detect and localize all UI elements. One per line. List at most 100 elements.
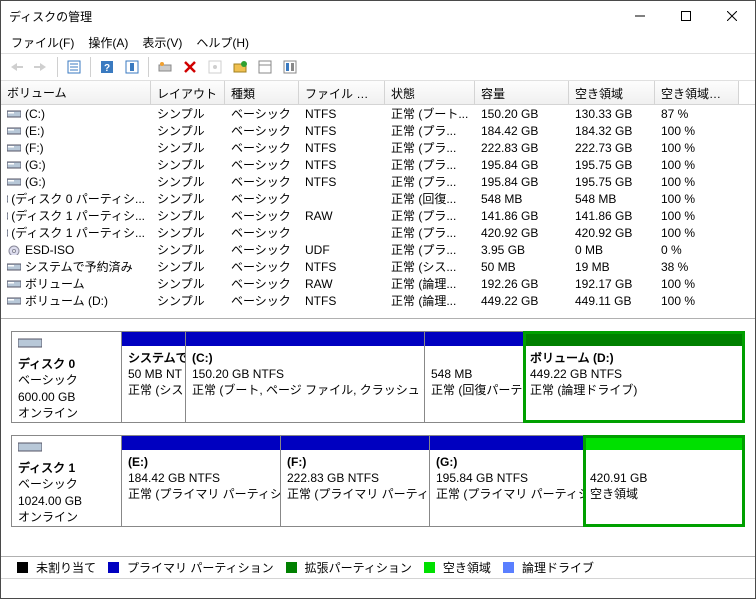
list-row[interactable]: (C:)シンプルベーシックNTFS正常 (ブート...150.20 GB130.…	[1, 105, 755, 122]
cell-status: 正常 (プラ...	[385, 122, 475, 139]
partition[interactable]: (F:)222.83 GB NTFS正常 (プライマリ パーティション)	[280, 435, 430, 527]
status-bar	[1, 578, 755, 598]
maximize-button[interactable]	[663, 1, 709, 31]
partition[interactable]: (G:)195.84 GB NTFS正常 (プライマリ パーティション)	[429, 435, 584, 527]
list-row[interactable]: (ディスク 1 パーティシ...シンプルベーシックRAW正常 (プラ...141…	[1, 207, 755, 224]
cell-pct: 87 %	[655, 107, 739, 121]
cell-type: ベーシック	[225, 122, 299, 139]
cell-layout: シンプル	[151, 156, 225, 173]
header-free[interactable]: 空き領域	[569, 81, 655, 104]
toolbar-separator	[90, 57, 91, 77]
new-folder-button[interactable]	[229, 56, 251, 78]
cell-free: 195.75 GB	[569, 175, 655, 189]
cell-status: 正常 (プラ...	[385, 139, 475, 156]
minimize-button[interactable]	[617, 1, 663, 31]
back-button[interactable]	[5, 56, 27, 78]
disk-map-area[interactable]: ディスク 0ベーシック600.00 GBオンラインシステムで:50 MB NT正…	[1, 319, 755, 556]
cell-pct: 0 %	[655, 243, 739, 257]
header-volume[interactable]: ボリューム	[1, 81, 151, 104]
cell-status: 正常 (プラ...	[385, 173, 475, 190]
partition[interactable]: (E:)184.42 GB NTFS正常 (プライマリ パーティション)	[121, 435, 281, 527]
cell-layout: シンプル	[151, 207, 225, 224]
cell-pct: 100 %	[655, 175, 739, 189]
cell-pct: 100 %	[655, 294, 739, 308]
cell-capacity: 192.26 GB	[475, 277, 569, 291]
cell-type: ベーシック	[225, 224, 299, 241]
partition[interactable]: 420.91 GB空き領域	[583, 435, 745, 527]
cell-pct: 100 %	[655, 124, 739, 138]
list-row[interactable]: (E:)シンプルベーシックNTFS正常 (プラ...184.42 GB184.3…	[1, 122, 755, 139]
menu-action[interactable]: 操作(A)	[82, 32, 134, 53]
cell-layout: シンプル	[151, 105, 225, 122]
header-layout[interactable]: レイアウト	[151, 81, 225, 104]
list-header: ボリューム レイアウト 種類 ファイル システム 状態 容量 空き領域 空き領域…	[1, 81, 755, 105]
partition[interactable]: (C:)150.20 GB NTFS正常 (ブート, ページ ファイル, クラッ…	[185, 331, 425, 423]
cell-fs: RAW	[299, 209, 385, 223]
disk-list-button[interactable]	[254, 56, 276, 78]
properties-button[interactable]	[204, 56, 226, 78]
cell-type: ベーシック	[225, 156, 299, 173]
cell-fs: NTFS	[299, 158, 385, 172]
cell-type: ベーシック	[225, 258, 299, 275]
list-row[interactable]: ボリュームシンプルベーシックRAW正常 (論理...192.26 GB192.1…	[1, 275, 755, 292]
list-row[interactable]: システムで予約済みシンプルベーシックNTFS正常 (シス...50 MB19 M…	[1, 258, 755, 275]
volume-list[interactable]: ボリューム レイアウト 種類 ファイル システム 状態 容量 空き領域 空き領域…	[1, 81, 755, 319]
list-row[interactable]: (ディスク 1 パーティシ...シンプルベーシック正常 (プラ...420.92…	[1, 224, 755, 241]
forward-button[interactable]	[30, 56, 52, 78]
swatch-primary	[108, 562, 119, 573]
cell-status: 正常 (論理...	[385, 275, 475, 292]
partition[interactable]: 548 MB正常 (回復パーティ:	[424, 331, 524, 423]
cell-type: ベーシック	[225, 207, 299, 224]
cell-type: ベーシック	[225, 292, 299, 309]
help-button[interactable]: ?	[96, 56, 118, 78]
menu-file[interactable]: ファイル(F)	[5, 32, 80, 53]
list-row[interactable]: (F:)シンプルベーシックNTFS正常 (プラ...222.83 GB222.7…	[1, 139, 755, 156]
header-fs[interactable]: ファイル システム	[299, 81, 385, 104]
cell-name: (E:)	[1, 124, 151, 138]
swatch-logical	[503, 562, 514, 573]
cell-type: ベーシック	[225, 275, 299, 292]
close-button[interactable]	[709, 1, 755, 31]
partition[interactable]: ボリューム (D:)449.22 GB NTFS正常 (論理ドライブ)	[523, 331, 745, 423]
cell-free: 222.73 GB	[569, 141, 655, 155]
header-type[interactable]: 種類	[225, 81, 299, 104]
list-row[interactable]: ESD-ISOシンプルベーシックUDF正常 (プラ...3.95 GB0 MB0…	[1, 241, 755, 258]
cell-pct: 100 %	[655, 277, 739, 291]
list-row[interactable]: (G:)シンプルベーシックNTFS正常 (プラ...195.84 GB195.7…	[1, 156, 755, 173]
disk-label[interactable]: ディスク 1ベーシック1024.00 GBオンライン	[11, 435, 122, 527]
cell-status: 正常 (回復...	[385, 190, 475, 207]
legend-primary: プライマリ パーティション	[127, 559, 274, 576]
list-row[interactable]: ボリューム (D:)シンプルベーシックNTFS正常 (論理...449.22 G…	[1, 292, 755, 309]
partition[interactable]: システムで:50 MB NT正常 (シス	[121, 331, 186, 423]
disk-label[interactable]: ディスク 0ベーシック600.00 GBオンライン	[11, 331, 122, 423]
disk-graphic-button[interactable]	[279, 56, 301, 78]
header-capacity[interactable]: 容量	[475, 81, 569, 104]
titlebar: ディスクの管理	[1, 1, 755, 31]
header-pct[interactable]: 空き領域の割...	[655, 81, 739, 104]
view-list-button[interactable]	[63, 56, 85, 78]
refresh-button[interactable]	[121, 56, 143, 78]
cell-pct: 38 %	[655, 260, 739, 274]
swatch-free	[424, 562, 435, 573]
header-status[interactable]: 状態	[385, 81, 475, 104]
delete-button[interactable]	[179, 56, 201, 78]
toolbar-separator	[148, 57, 149, 77]
list-row[interactable]: (ディスク 0 パーティシ...シンプルベーシック正常 (回復...548 MB…	[1, 190, 755, 207]
cell-capacity: 3.95 GB	[475, 243, 569, 257]
cell-type: ベーシック	[225, 190, 299, 207]
cell-name: ボリューム	[1, 275, 151, 292]
cell-pct: 100 %	[655, 192, 739, 206]
cell-status: 正常 (プラ...	[385, 241, 475, 258]
cell-capacity: 141.86 GB	[475, 209, 569, 223]
cell-fs: NTFS	[299, 124, 385, 138]
list-row[interactable]: (G:)シンプルベーシックNTFS正常 (プラ...195.84 GB195.7…	[1, 173, 755, 190]
scan-button[interactable]	[154, 56, 176, 78]
cell-name: (F:)	[1, 141, 151, 155]
cell-name: (ディスク 0 パーティシ...	[1, 190, 151, 207]
cell-name: システムで予約済み	[1, 258, 151, 275]
cell-free: 449.11 GB	[569, 294, 655, 308]
menu-help[interactable]: ヘルプ(H)	[190, 32, 255, 53]
cell-type: ベーシック	[225, 105, 299, 122]
menu-view[interactable]: 表示(V)	[136, 32, 188, 53]
cell-fs: UDF	[299, 243, 385, 257]
